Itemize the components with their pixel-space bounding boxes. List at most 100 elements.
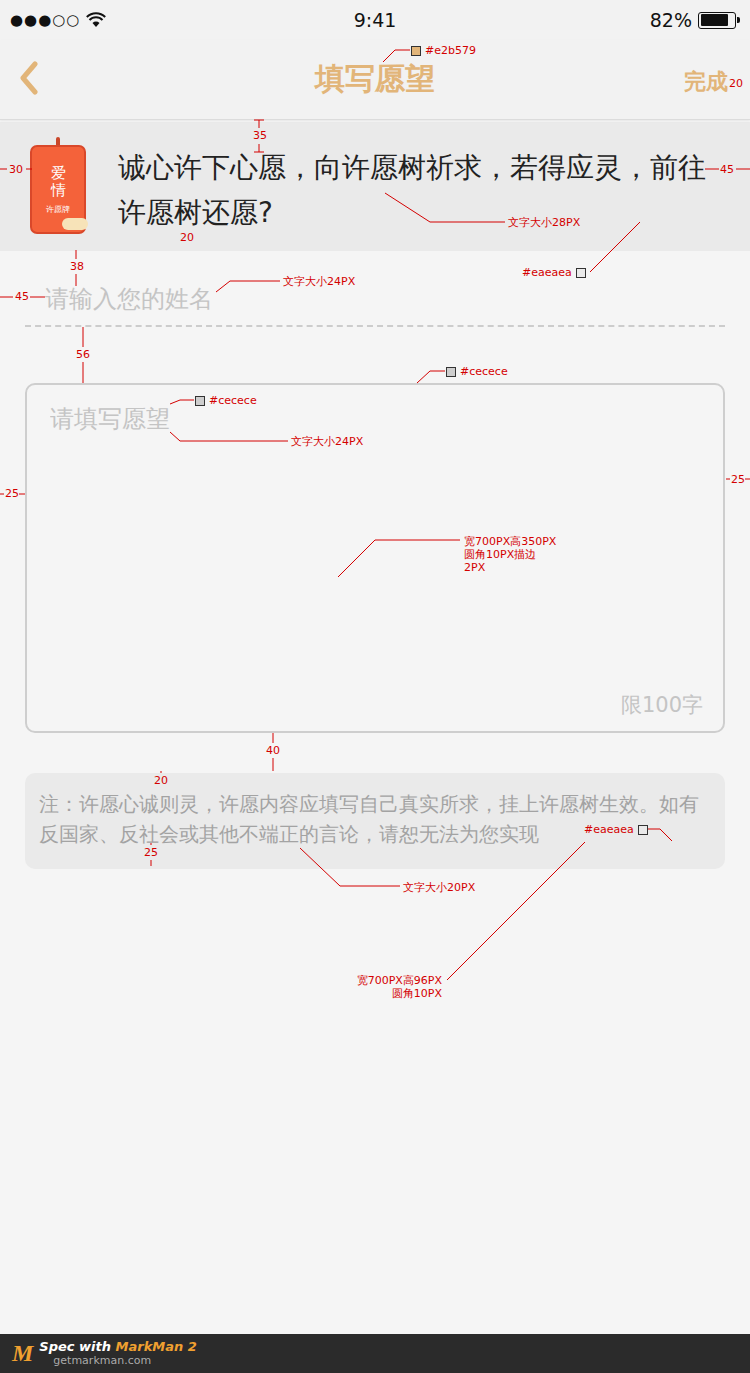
annotation-lines: 40 — [266, 744, 280, 757]
annotation-text: 25 — [731, 473, 745, 486]
footer-site: getmarkman.com — [39, 1354, 197, 1367]
annotation-lines: 20 — [154, 774, 168, 787]
annotation-lines: 宽700PX高350PX圆角10PX描边2PX — [464, 535, 556, 574]
spec-annotation: 20 — [180, 231, 194, 244]
wifi-icon — [86, 12, 106, 28]
annotation-text: #eaeaea — [522, 266, 572, 279]
annotation-text: #eaeaea — [584, 823, 634, 836]
annotation-text: 25 — [144, 846, 158, 859]
intro-text: 诚心许下心愿，向许愿树祈求，若得应灵，前往许愿树还愿? — [118, 145, 710, 249]
status-left: ●●●○○ — [10, 11, 106, 29]
annotation-lines: 38 — [70, 260, 84, 273]
spec-annotation: 文字大小20PX — [403, 881, 475, 894]
annotation-lines: 文字大小20PX — [403, 881, 475, 894]
color-swatch — [411, 46, 421, 56]
spec-annotation: 文字大小28PX — [508, 216, 580, 229]
annotation-text: 20 — [154, 774, 168, 787]
spec-annotation: 56 — [76, 348, 90, 361]
annotation-text: #cecece — [209, 394, 257, 407]
annotation-lines: 文字大小24PX — [283, 275, 355, 288]
annotation-lines: 25 — [5, 487, 19, 500]
annotation-text: 宽700PX高96PX — [357, 974, 442, 987]
done-button[interactable]: 完成 — [684, 63, 728, 97]
annotation-text: 圆角10PX描边 — [464, 548, 556, 561]
name-input[interactable] — [45, 285, 725, 313]
intro-banner: 爱情许愿牌诚心许下心愿，向许愿树祈求，若得应灵，前往许愿树还愿? — [0, 122, 750, 251]
footer-product: MarkMan 2 — [116, 1339, 197, 1354]
spec-annotation: 25 — [144, 846, 158, 859]
annotation-text: 20 — [729, 77, 743, 90]
annotation-lines: 20 — [729, 77, 743, 90]
color-swatch — [638, 825, 648, 835]
spec-annotation: #eaeaea — [522, 266, 586, 279]
annotation-lines: 56 — [76, 348, 90, 361]
annotation-lines: 30 — [9, 163, 23, 176]
annotation-text: 20 — [180, 231, 194, 244]
spec-annotation: 30 — [9, 163, 23, 176]
annotation-text: #cecece — [460, 365, 508, 378]
annotation-text: 文字大小24PX — [291, 435, 363, 448]
annotation-text: 38 — [70, 260, 84, 273]
footer-text: Spec with MarkMan 2getmarkman.com — [39, 1340, 197, 1367]
annotation-lines: 宽700PX高96PX圆角10PX — [357, 974, 442, 1000]
markman-footer: MSpec with MarkMan 2getmarkman.com — [0, 1334, 750, 1373]
tag-subtitle: 许愿牌 — [46, 204, 70, 215]
annotation-lines: 25 — [731, 473, 745, 486]
annotation-text: 45 — [720, 163, 734, 176]
wish-box: 限100字 — [25, 383, 725, 733]
annotation-text: 56 — [76, 348, 90, 361]
spec-annotation: #cecece — [195, 394, 257, 407]
annotation-text: 宽700PX高350PX — [464, 535, 556, 548]
tag-decoration — [62, 218, 88, 230]
status-right: 82% — [650, 9, 736, 31]
annotation-lines: #cecece — [209, 394, 257, 407]
color-swatch — [446, 367, 456, 377]
annotation-text: 文字大小20PX — [403, 881, 475, 894]
annotation-lines: 45 — [720, 163, 734, 176]
annotation-text: 35 — [253, 129, 267, 142]
annotation-lines: #cecece — [460, 365, 508, 378]
annotation-text: 文字大小24PX — [283, 275, 355, 288]
annotation-lines: 文字大小28PX — [508, 216, 580, 229]
spec-annotation: 文字大小24PX — [283, 275, 355, 288]
annotation-lines — [0, 0, 750, 1373]
annotation-text: 45 — [15, 290, 29, 303]
spec-annotation: 45 — [15, 290, 29, 303]
footer-spec: Spec with — [39, 1339, 115, 1354]
status-bar: ●●●○○9:4182% — [0, 0, 750, 40]
annotation-lines: 45 — [15, 290, 29, 303]
spec-annotation: 宽700PX高96PX圆角10PX — [357, 974, 442, 1000]
battery-icon — [698, 12, 736, 29]
annotation-lines: #eaeaea — [584, 823, 634, 836]
wish-input[interactable] — [50, 403, 703, 691]
battery-tip — [737, 17, 740, 23]
clock: 9:41 — [0, 9, 750, 31]
annotation-text: 40 — [266, 744, 280, 757]
spec-annotation: 25 — [5, 487, 19, 500]
spec-annotation: #eaeaea — [584, 823, 648, 836]
spec-annotation: #e2b579 — [411, 44, 476, 57]
chevron-left-icon — [18, 61, 40, 95]
annotation-text: #e2b579 — [425, 44, 476, 57]
spec-annotation: 文字大小24PX — [291, 435, 363, 448]
nav-bar: 填写愿望完成 — [0, 40, 750, 120]
annotation-text: 25 — [5, 487, 19, 500]
color-swatch — [576, 268, 586, 278]
annotation-lines: 文字大小24PX — [291, 435, 363, 448]
spec-annotation: 20 — [729, 77, 743, 90]
spec-annotation: 宽700PX高350PX圆角10PX描边2PX — [464, 535, 556, 574]
annotation-lines: 20 — [180, 231, 194, 244]
tag-title: 爱情 — [51, 165, 66, 198]
page-title: 填写愿望 — [0, 59, 750, 100]
wish-tag-icon: 爱情许愿牌 — [30, 137, 86, 234]
annotation-lines: 35 — [253, 129, 267, 142]
signal-strength: ●●●○○ — [10, 11, 80, 29]
markman-logo: M — [12, 1340, 33, 1367]
name-row — [25, 251, 725, 327]
annotation-lines: 25 — [144, 846, 158, 859]
annotation-lines: #e2b579 — [425, 44, 476, 57]
notice-box: 注：许愿心诚则灵，许愿内容应填写自己真实所求，挂上许愿树生效。如有反国家、反社会… — [25, 773, 725, 869]
spec-annotation: 20 — [154, 774, 168, 787]
back-button[interactable] — [18, 61, 40, 99]
annotation-text: 文字大小28PX — [508, 216, 580, 229]
